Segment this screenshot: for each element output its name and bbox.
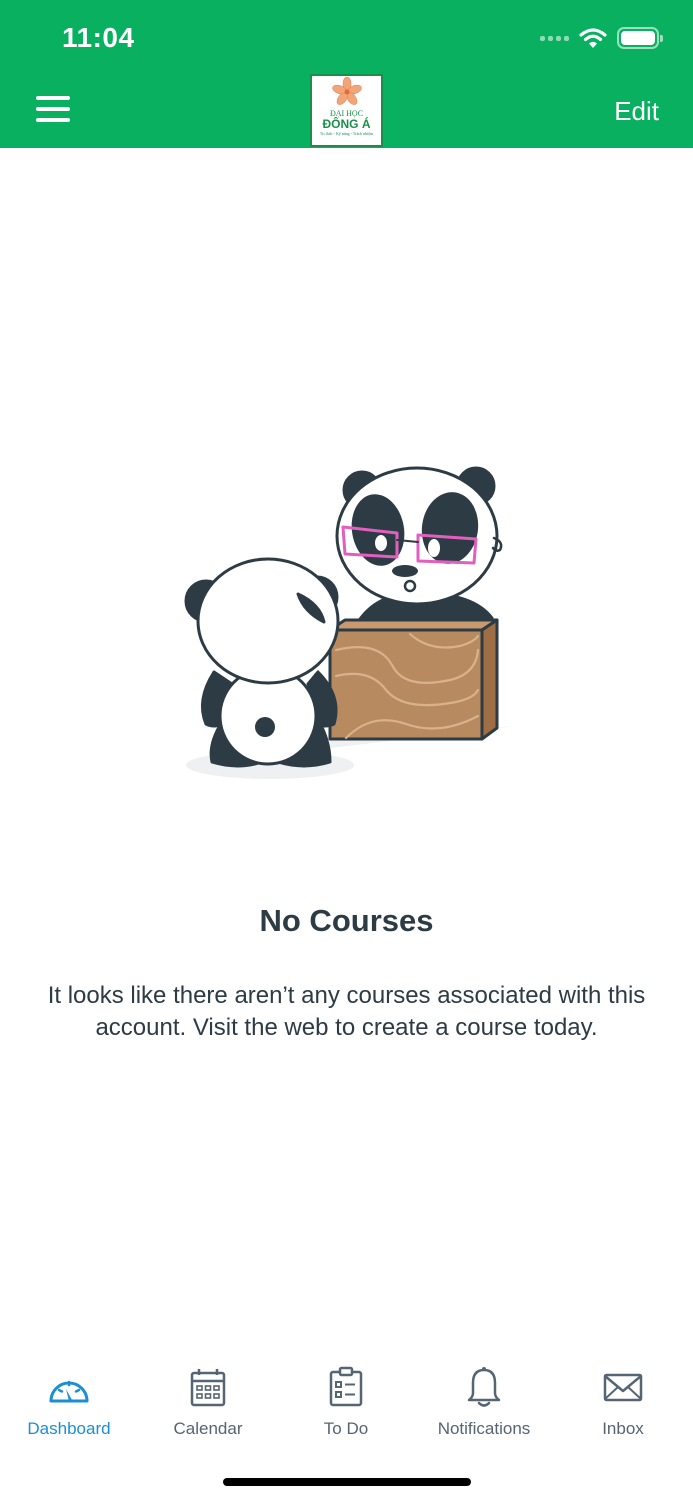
university-logo: ĐẠI HỌC ĐÔNG Á Tri thức - Kỹ năng - Trác… <box>310 74 383 147</box>
tab-label: To Do <box>323 1419 369 1438</box>
empty-state-title: No Courses <box>259 903 434 938</box>
dashboard-icon <box>49 1380 89 1403</box>
logo-text-line2: ĐÔNG Á <box>322 117 371 131</box>
edit-button[interactable]: Edit <box>614 96 659 127</box>
battery-icon <box>617 27 663 49</box>
bell-icon <box>467 1367 501 1407</box>
empty-state-message: It looks like there aren’t any courses a… <box>47 982 646 1041</box>
status-time: 11:04 <box>62 22 135 53</box>
tab-todo[interactable]: To Do <box>277 1365 415 1445</box>
tab-dashboard[interactable]: Dashboard <box>0 1365 138 1445</box>
tab-label: Calendar <box>173 1419 243 1438</box>
envelope-icon <box>603 1373 643 1402</box>
flower-logo-icon <box>331 76 362 105</box>
tab-inbox[interactable]: Inbox <box>554 1365 692 1445</box>
top-navigation-bar: 11:04 ĐẠI HỌC ĐÔNG Á Tri thức - Kỹ năng … <box>0 0 693 148</box>
todo-icon <box>329 1366 363 1407</box>
wifi-icon <box>579 28 607 48</box>
tab-label: Notifications <box>437 1419 531 1438</box>
cellular-signal-icon <box>540 35 569 41</box>
tab-calendar[interactable]: Calendar <box>139 1365 277 1445</box>
tab-label: Dashboard <box>27 1419 111 1438</box>
status-indicators <box>540 24 663 52</box>
tab-notifications[interactable]: Notifications <box>415 1365 553 1445</box>
bottom-tab-bar: Dashboard Calendar To Do Notifications I… <box>0 1365 693 1445</box>
tab-label: Inbox <box>602 1419 644 1438</box>
calendar-icon <box>190 1369 226 1407</box>
hamburger-menu-button[interactable] <box>36 96 72 124</box>
logo-slogan: Tri thức - Kỹ năng - Trách nhiệm <box>319 131 374 136</box>
home-indicator[interactable] <box>223 1478 471 1486</box>
panda-illustration <box>184 466 515 779</box>
